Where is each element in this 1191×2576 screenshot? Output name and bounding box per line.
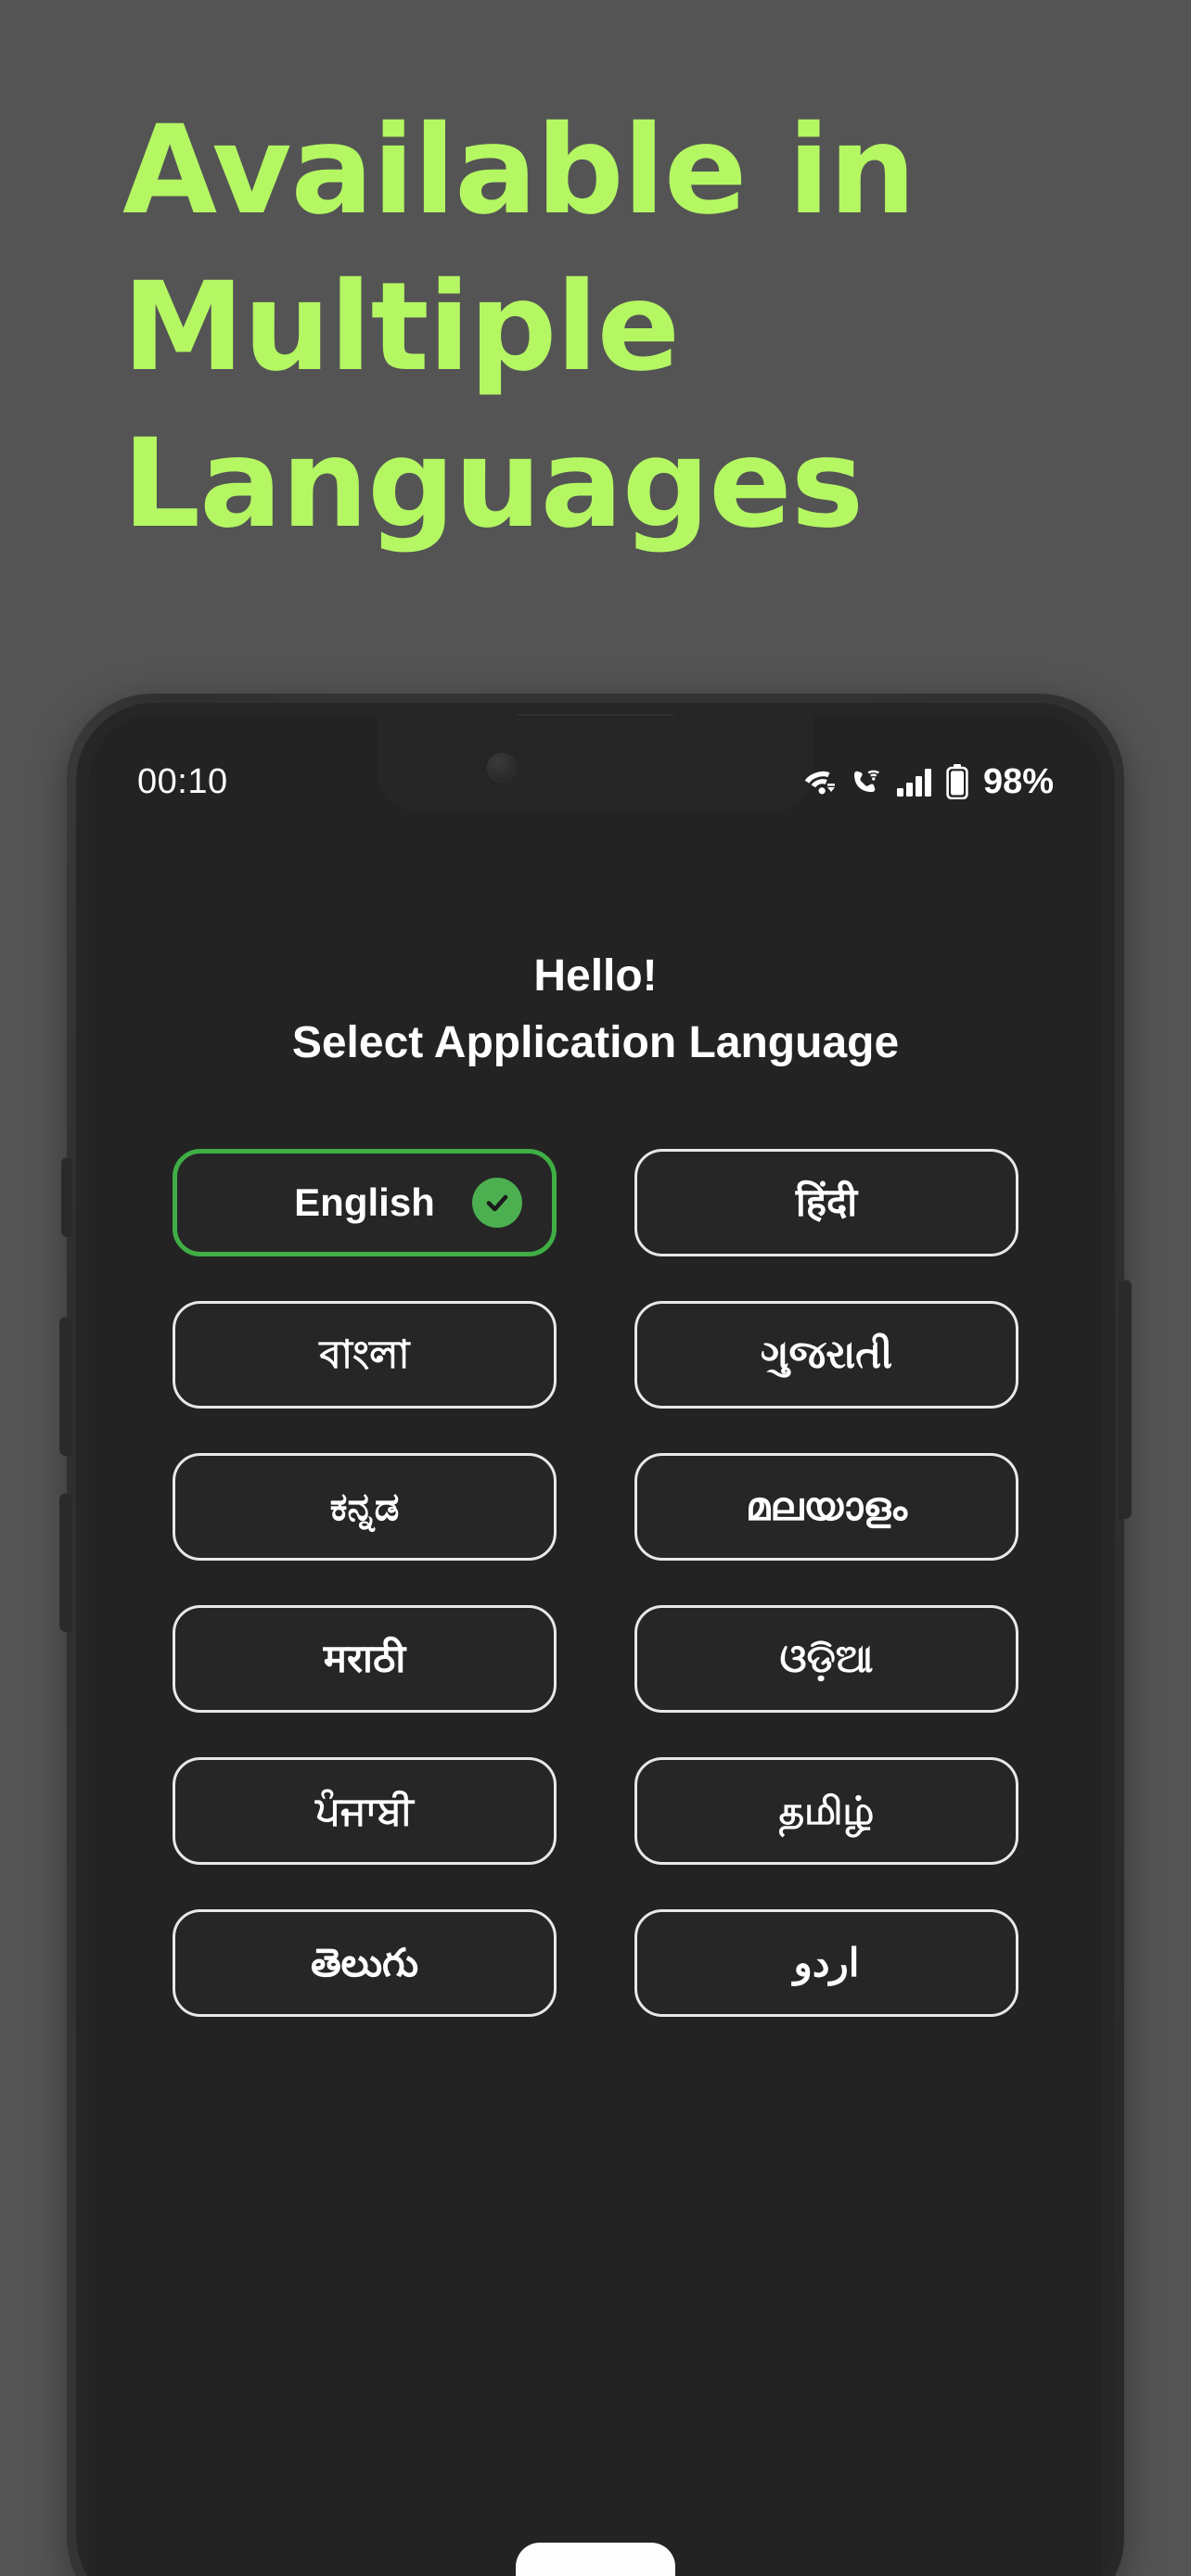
- language-option-label: ಕನ್ನಡ: [329, 1484, 400, 1528]
- language-option-label: ଓଡ଼ିଆ: [779, 1636, 874, 1680]
- language-option-hindi[interactable]: हिंदी: [634, 1148, 1018, 1256]
- check-circle-icon: [472, 1177, 522, 1228]
- language-option-telugu[interactable]: తెలుగు: [173, 1908, 557, 2017]
- phone-mockup: 00:10 98% Hello! Select Application Lang…: [59, 694, 1132, 2576]
- language-option-punjabi[interactable]: ਪੰਜਾਬੀ: [173, 1756, 557, 1865]
- volume-down-button[interactable]: [59, 1493, 72, 1632]
- promo-heading-line-1: Available in: [122, 99, 916, 242]
- language-option-kannada[interactable]: ಕನ್ನಡ: [173, 1452, 557, 1561]
- battery-icon: [946, 764, 968, 799]
- language-option-label: తెలుగు: [310, 1940, 418, 1984]
- wifi-calling-icon: [850, 766, 883, 797]
- promo-heading: Available in Multiple Languages: [122, 93, 1069, 563]
- promo-heading-line-3: Languages: [122, 412, 864, 555]
- language-option-label: मराठी: [323, 1636, 406, 1680]
- wifi-icon: [803, 766, 837, 797]
- language-option-label: ਪੰਜਾਬੀ: [315, 1788, 414, 1832]
- language-grid: English हिंदी বাংলা ગુજરાતી ಕನ್ನಡ മലയാളം मराठी…: [130, 1148, 1061, 2017]
- language-option-marathi[interactable]: मराठी: [173, 1604, 557, 1713]
- language-option-odia[interactable]: ଓଡ଼ିଆ: [634, 1604, 1018, 1713]
- language-option-label: മലയാളം: [745, 1484, 908, 1528]
- status-bar-icons: 98%: [803, 762, 1054, 802]
- battery-percentage: 98%: [982, 761, 1054, 801]
- language-option-label: اردو: [793, 1940, 860, 1984]
- phone-screen: 00:10 98% Hello! Select Application Lang…: [89, 714, 1102, 2576]
- mute-switch-button[interactable]: [61, 1157, 72, 1237]
- cellular-signal-icon: [896, 766, 933, 797]
- ok-button[interactable]: OK: [516, 2543, 675, 2576]
- language-option-tamil[interactable]: தமிழ்: [634, 1756, 1018, 1865]
- power-button[interactable]: [1119, 1280, 1132, 1519]
- status-bar: 00:10 98%: [89, 755, 1102, 809]
- page-title: Select Application Language: [291, 1018, 900, 1068]
- promo-screenshot: Available in Multiple Languages 00:10 98…: [0, 0, 1191, 2576]
- earpiece-speaker-icon: [513, 714, 678, 716]
- language-option-malayalam[interactable]: മലയാളം: [634, 1452, 1018, 1561]
- volume-up-button[interactable]: [59, 1317, 72, 1456]
- greeting-text: Hello!: [533, 951, 658, 1001]
- language-selection-screen: Hello! Select Application Language Engli…: [89, 810, 1102, 2576]
- language-option-english[interactable]: English: [173, 1148, 557, 1256]
- language-option-gujarati[interactable]: ગુજરાતી: [634, 1300, 1018, 1409]
- promo-heading-line-2: Multiple: [122, 255, 680, 399]
- language-option-label: English: [294, 1180, 435, 1224]
- language-option-bengali[interactable]: বাংলা: [173, 1300, 557, 1409]
- language-option-label: ગુજરાતી: [760, 1332, 893, 1376]
- language-option-label: हिंदी: [795, 1180, 858, 1224]
- status-bar-clock: 00:10: [137, 761, 228, 801]
- language-option-label: বাংলা: [319, 1332, 410, 1376]
- language-option-urdu[interactable]: اردو: [634, 1908, 1018, 2017]
- language-option-label: தமிழ்: [778, 1788, 875, 1832]
